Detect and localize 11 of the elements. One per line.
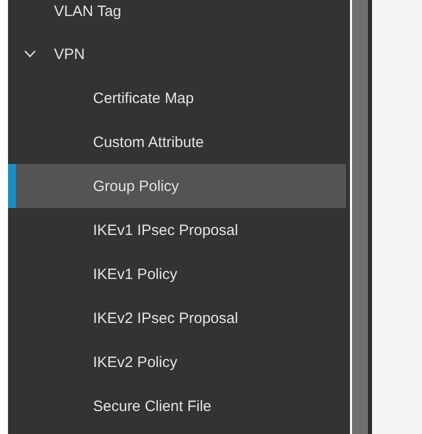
nav-item[interactable]: VLAN Tag <box>8 0 346 32</box>
nav-item[interactable]: Certificate Map <box>8 76 346 120</box>
nav-item[interactable]: Secure Client File <box>8 384 346 428</box>
nav-item[interactable]: Group Policy <box>8 164 346 208</box>
nav-item[interactable]: Custom Attribute <box>8 120 346 164</box>
scrollbar[interactable] <box>352 0 368 434</box>
nav-item[interactable]: IKEv1 Policy <box>8 252 346 296</box>
nav-item[interactable]: IKEv2 Policy <box>8 340 346 384</box>
nav-item[interactable]: VPN <box>8 32 346 76</box>
nav-item[interactable]: IKEv2 IPsec Proposal <box>8 296 346 340</box>
nav-item[interactable]: IKEv1 IPsec Proposal <box>8 208 346 252</box>
